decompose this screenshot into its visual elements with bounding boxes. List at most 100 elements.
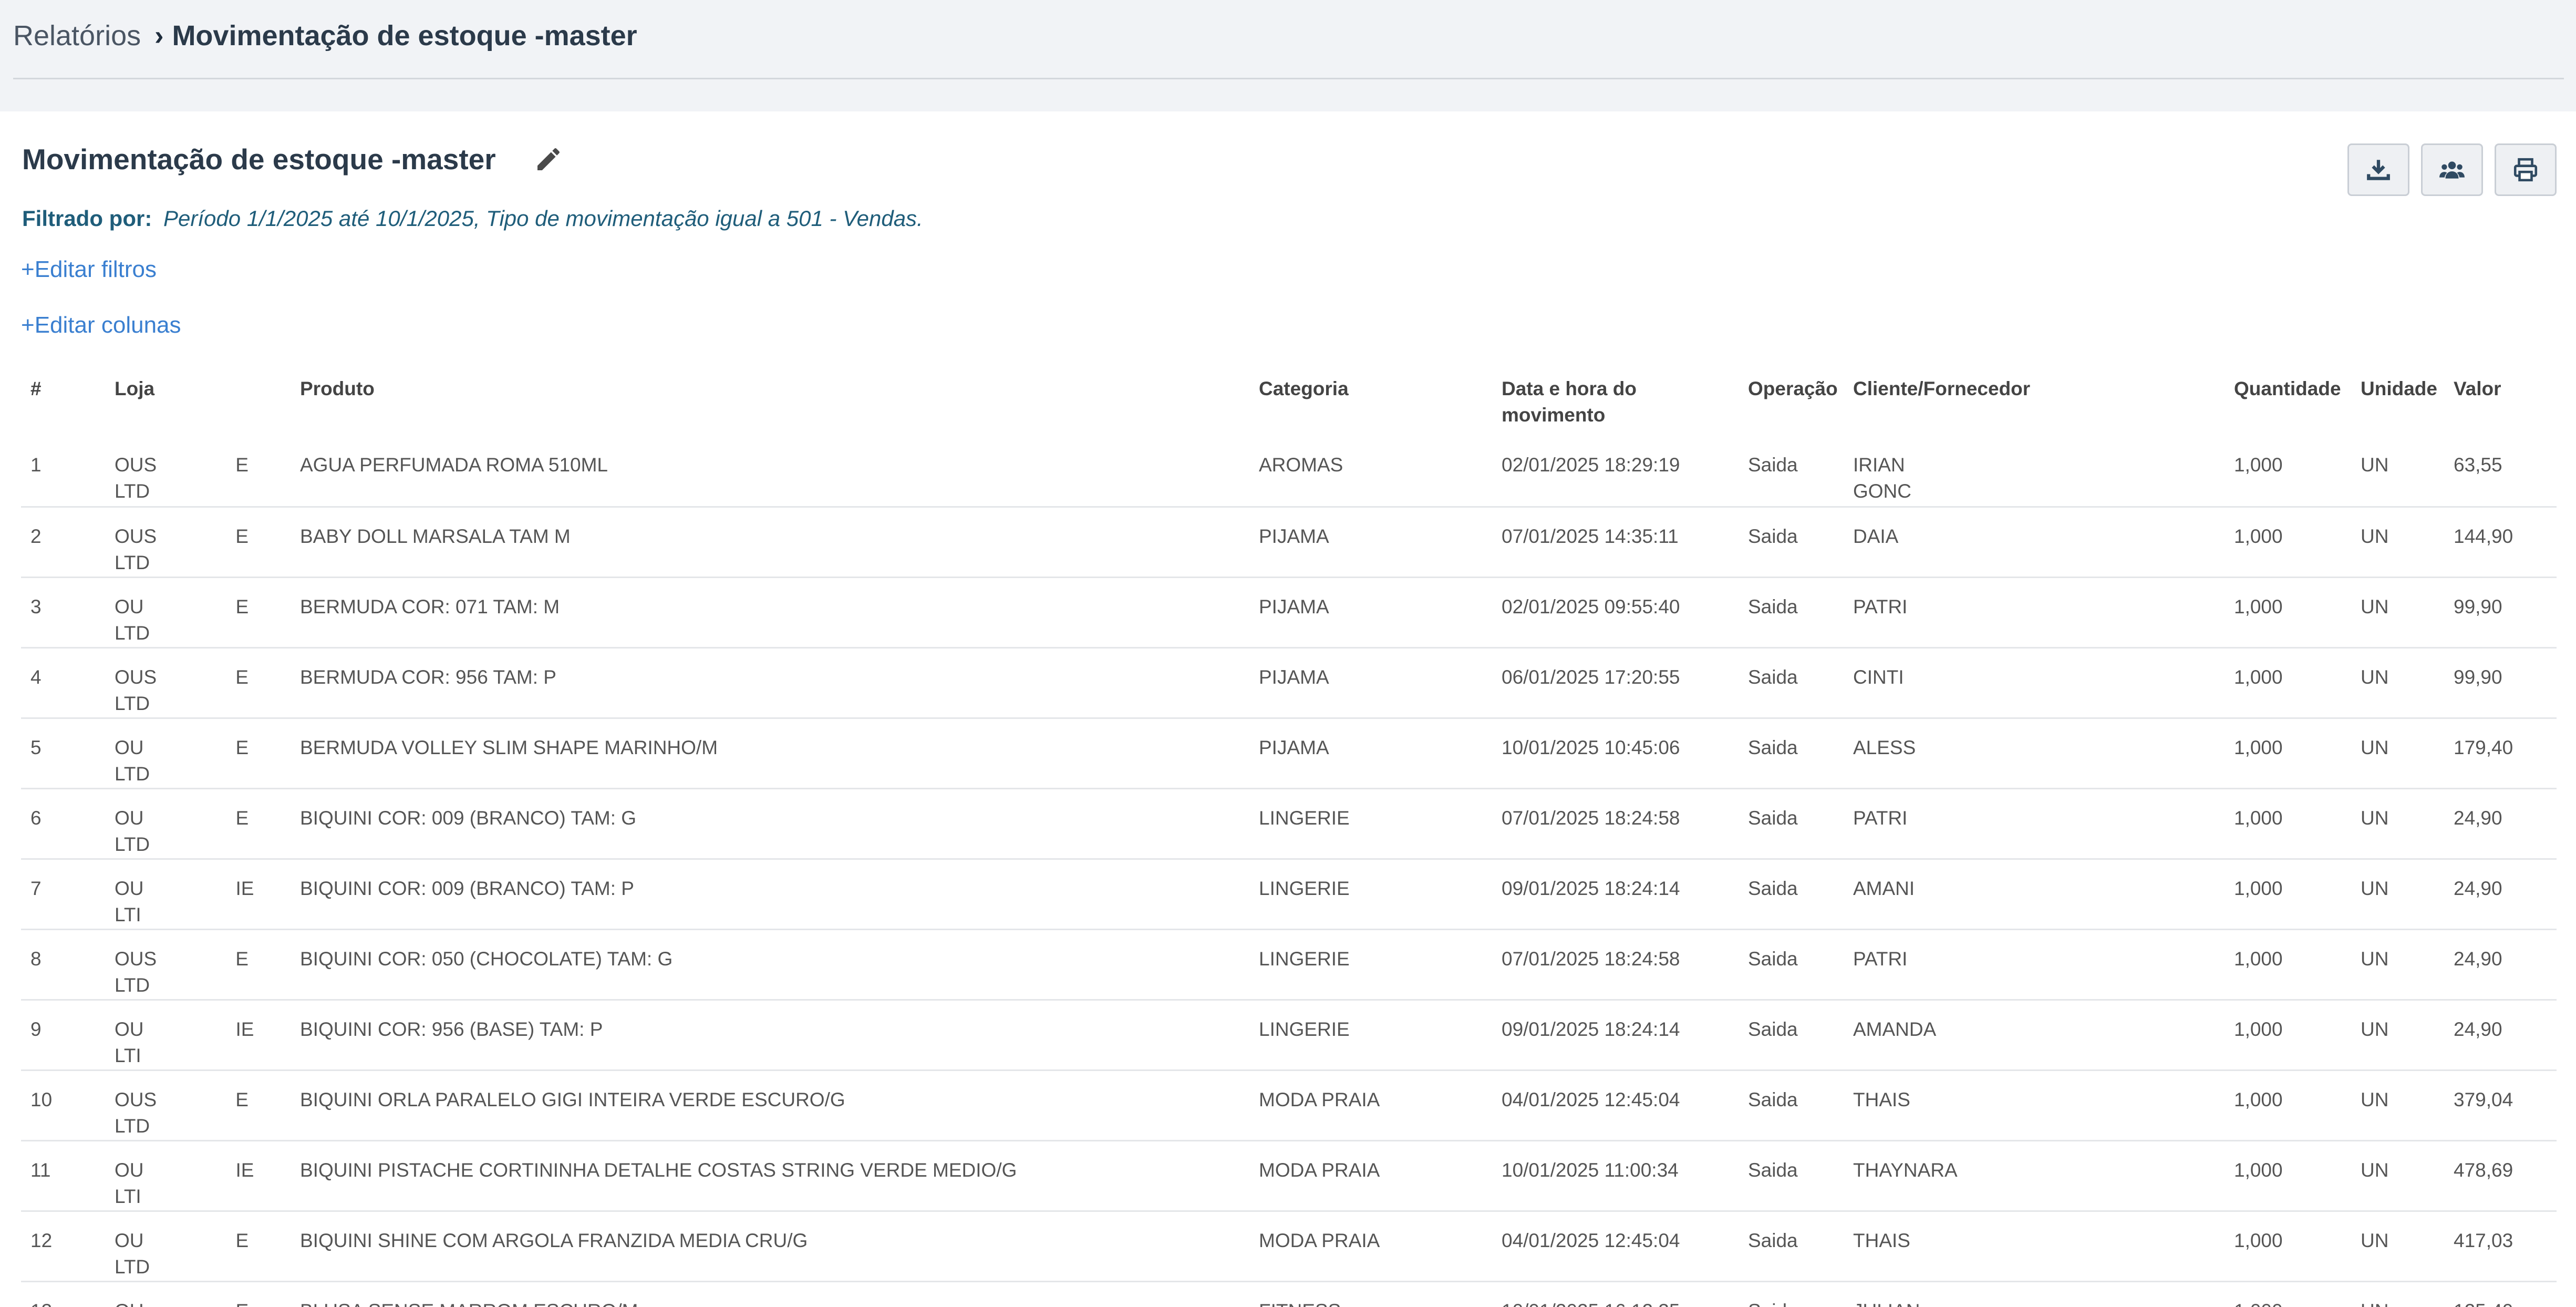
cell-unidade: UN bbox=[2351, 1070, 2444, 1141]
loja-name-start: OU bbox=[115, 1159, 144, 1181]
cell-unidade: UN bbox=[2351, 718, 2444, 789]
cell-operacao: Saida bbox=[1739, 647, 1844, 719]
cell-loja: OU E bbox=[105, 1281, 291, 1307]
edit-filters-link[interactable]: +Editar filtros bbox=[21, 256, 157, 283]
cell-loja: OUS E LTD bbox=[105, 1070, 291, 1141]
table-body: 1 OUS E LTD AGUA PERFUMADA ROMA 510ML AROMAS 0… bbox=[21, 436, 2557, 1307]
cell-num: 10 bbox=[21, 1070, 105, 1141]
table-row: 5 OU E LTD BERMUDA VOLLEY SLIM SHAPE MARINHO… bbox=[21, 718, 2557, 789]
cell-valor: 379,04 bbox=[2444, 1070, 2557, 1141]
cell-unidade: UN bbox=[2351, 577, 2444, 649]
loja-name-end: E bbox=[235, 807, 249, 829]
print-button[interactable] bbox=[2495, 143, 2557, 196]
pencil-icon[interactable] bbox=[534, 145, 563, 174]
cliente-name: AMANI bbox=[1853, 877, 1915, 899]
cell-loja: OUS E LTD bbox=[105, 436, 291, 508]
loja-name-line2: LTD bbox=[115, 692, 150, 714]
cell-loja: OU E LTD bbox=[105, 788, 291, 860]
cell-data: 04/01/2025 12:45:04 bbox=[1492, 1070, 1739, 1141]
cell-data: 04/01/2025 12:45:04 bbox=[1492, 1211, 1739, 1282]
cell-quantidade: 1,000 bbox=[2225, 1211, 2351, 1282]
column-header-categoria[interactable]: Categoria bbox=[1249, 371, 1492, 436]
cell-operacao: Saida bbox=[1739, 507, 1844, 578]
cell-operacao: Saida bbox=[1739, 1000, 1844, 1071]
cell-loja: OU E LTD bbox=[105, 718, 291, 789]
column-header-data[interactable]: Data e hora do movimento bbox=[1492, 371, 1739, 436]
column-header-unidade[interactable]: Unidade bbox=[2351, 371, 2444, 436]
breadcrumb-bar: Relatórios › Movimentação de estoque -ma… bbox=[0, 0, 2576, 111]
column-header-produto[interactable]: Produto bbox=[291, 371, 1249, 436]
column-header-loja[interactable]: Loja bbox=[105, 371, 291, 436]
cell-operacao: Saida bbox=[1739, 718, 1844, 789]
cell-cliente: THAIS bbox=[1844, 1070, 2225, 1141]
breadcrumb-current: Movimentação de estoque -master bbox=[172, 20, 637, 52]
loja-name-end: E bbox=[235, 666, 249, 688]
cell-unidade: UN bbox=[2351, 929, 2444, 1001]
cell-categoria: FITNESS bbox=[1249, 1281, 1492, 1307]
cell-operacao: Saida bbox=[1739, 577, 1844, 649]
cell-num: 7 bbox=[21, 859, 105, 930]
cell-cliente: PATRI bbox=[1844, 929, 2225, 1001]
loja-name-end: E bbox=[235, 948, 249, 970]
cell-quantidade: 1,000 bbox=[2225, 859, 2351, 930]
cell-valor: 99,90 bbox=[2444, 577, 2557, 649]
cell-categoria: PIJAMA bbox=[1249, 507, 1492, 578]
cell-unidade: UN bbox=[2351, 1140, 2444, 1212]
cell-produto: BABY DOLL MARSALA TAM M bbox=[291, 507, 1249, 578]
cell-data: 09/01/2025 18:24:14 bbox=[1492, 859, 1739, 930]
cell-unidade: UN bbox=[2351, 507, 2444, 578]
loja-name-start: OU bbox=[115, 1018, 144, 1040]
cell-num: 4 bbox=[21, 647, 105, 719]
loja-name-line2: LTD bbox=[115, 1255, 150, 1278]
cell-produto: BIQUINI ORLA PARALELO GIGI INTEIRA VERDE… bbox=[291, 1070, 1249, 1141]
title-row: Movimentação de estoque -master bbox=[22, 141, 563, 178]
cell-data: 07/01/2025 18:24:58 bbox=[1492, 788, 1739, 860]
cliente-name: PATRI bbox=[1853, 807, 1908, 829]
cell-loja: OU IE LTI bbox=[105, 859, 291, 930]
breadcrumb-root-link[interactable]: Relatórios bbox=[13, 19, 141, 52]
cell-loja: OU E LTD bbox=[105, 577, 291, 649]
cell-unidade: UN bbox=[2351, 1211, 2444, 1282]
share-button[interactable] bbox=[2421, 143, 2483, 196]
cell-quantidade: 1,000 bbox=[2225, 436, 2351, 508]
cell-operacao: Saida bbox=[1739, 1211, 1844, 1282]
loja-name-end: E bbox=[235, 454, 249, 476]
cell-data: 09/01/2025 18:24:14 bbox=[1492, 1000, 1739, 1071]
cell-categoria: MODA PRAIA bbox=[1249, 1140, 1492, 1212]
users-icon bbox=[2439, 161, 2465, 179]
cell-data: 07/01/2025 18:24:58 bbox=[1492, 929, 1739, 1001]
cell-cliente: THAYNARA bbox=[1844, 1140, 2225, 1212]
cliente-name: IRIAN bbox=[1853, 454, 1905, 476]
filter-label: Filtrado por: bbox=[22, 206, 152, 231]
cell-loja: OU IE LTI bbox=[105, 1140, 291, 1212]
cell-categoria: PIJAMA bbox=[1249, 647, 1492, 719]
printer-icon bbox=[2513, 158, 2538, 182]
cell-num: 11 bbox=[21, 1140, 105, 1212]
table-row: 1 OUS E LTD AGUA PERFUMADA ROMA 510ML AROMAS 0… bbox=[21, 436, 2557, 508]
loja-name-line2: LTD bbox=[115, 974, 150, 996]
cell-num: 8 bbox=[21, 929, 105, 1001]
column-header-quantidade[interactable]: Quantidade bbox=[2225, 371, 2351, 436]
loja-name-start: OUS bbox=[115, 666, 157, 688]
edit-columns-link[interactable]: +Editar colunas bbox=[21, 312, 181, 338]
loja-name-start: OU bbox=[115, 1229, 144, 1251]
cell-num: 12 bbox=[21, 1211, 105, 1282]
cell-produto: BIQUINI COR: 050 (CHOCOLATE) TAM: G bbox=[291, 929, 1249, 1001]
cell-data: 06/01/2025 17:20:55 bbox=[1492, 647, 1739, 719]
table-row: 9 OU IE LTI BIQUINI COR: 956 (BASE) TAM: P LI… bbox=[21, 1000, 2557, 1071]
loja-name-end: IE bbox=[235, 1159, 254, 1181]
loja-name-line2: LTD bbox=[115, 622, 150, 644]
cell-quantidade: 1,000 bbox=[2225, 1140, 2351, 1212]
column-header-valor[interactable]: Valor bbox=[2444, 371, 2557, 436]
download-button[interactable] bbox=[2347, 143, 2409, 196]
cell-loja: OUS E LTD bbox=[105, 507, 291, 578]
table-row: 4 OUS E LTD BERMUDA COR: 956 TAM: P PIJAMA 06/… bbox=[21, 647, 2557, 719]
cell-unidade: UN bbox=[2351, 436, 2444, 508]
column-header-num[interactable]: # bbox=[21, 371, 105, 436]
loja-name-line2: LTD bbox=[115, 833, 150, 855]
loja-name-end: E bbox=[235, 525, 249, 547]
column-header-cliente[interactable]: Cliente/Fornecedor bbox=[1844, 371, 2225, 436]
column-header-operacao[interactable]: Operação bbox=[1739, 371, 1844, 436]
cell-valor: 417,03 bbox=[2444, 1211, 2557, 1282]
cell-data: 10/01/2025 16:12:35 bbox=[1492, 1281, 1739, 1307]
